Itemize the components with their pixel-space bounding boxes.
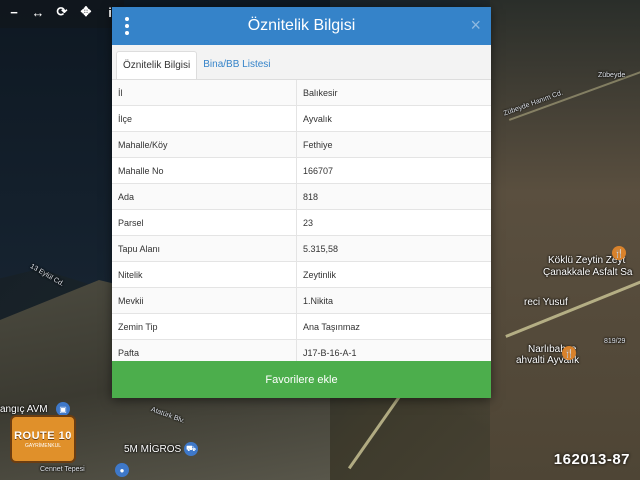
table-row: Mahalle/Köy Fethiye: [112, 131, 491, 158]
road-line: [347, 393, 403, 470]
minus-icon[interactable]: −: [4, 2, 24, 22]
attribute-key: İl: [112, 80, 297, 106]
table-row: İl Balıkesir: [112, 80, 491, 106]
table-row: Ada 818: [112, 183, 491, 210]
kebab-menu-icon[interactable]: [124, 17, 130, 35]
table-row: Tapu Alanı 5.315,58: [112, 235, 491, 262]
attribute-value: 23: [296, 209, 491, 236]
dialog-header: Öznitelik Bilgisi ×: [112, 7, 491, 45]
map-label-canakkale: Çanakkale Asfalt Sa: [543, 267, 633, 278]
table-row: Mevkii 1.Nikita: [112, 287, 491, 314]
attribute-value: Ayvalık: [296, 105, 491, 132]
attribute-value: 818: [296, 183, 491, 210]
attribute-value: Ana Taşınmaz: [296, 313, 491, 340]
attribute-key: Parsel: [112, 209, 297, 236]
attribute-value: Zeytinlik: [296, 261, 491, 288]
attribute-key: Mevkii: [112, 287, 297, 314]
dialog-title: Öznitelik Bilgisi: [247, 17, 356, 34]
crosshair-icon[interactable]: ✥: [76, 2, 96, 22]
attribute-key: Mahalle No: [112, 157, 297, 184]
map-toolbar: − ↔ ⟳ ✥ i: [0, 0, 124, 28]
table-row: Mahalle No 166707: [112, 157, 491, 184]
attribute-value: Fethiye: [296, 131, 491, 158]
attribute-key: İlçe: [112, 105, 297, 132]
shopping-pin-icon[interactable]: ▣: [56, 402, 70, 416]
place-pin-icon[interactable]: ●: [115, 463, 129, 477]
restaurant-pin-icon[interactable]: 🍴: [562, 346, 576, 360]
logo-subtext: GAYRİMENKUL: [24, 442, 62, 449]
table-row: İlçe Ayvalık: [112, 105, 491, 132]
map-label-migros: 5M MİGROS: [124, 444, 182, 455]
logo-text: ROUTE 10: [14, 429, 72, 442]
tab-building-list[interactable]: Bina/BB Listesi: [197, 51, 276, 79]
listing-id-watermark: 162013-87: [553, 451, 630, 468]
tab-attribute-info[interactable]: Öznitelik Bilgisi: [116, 51, 198, 79]
attribute-key: Nitelik: [112, 261, 297, 288]
shopping-cart-pin-icon[interactable]: ⛟: [184, 442, 198, 456]
attribute-key: Ada: [112, 183, 297, 210]
map-label-road-number: 819/29: [604, 338, 626, 345]
attribute-key: Tapu Alanı: [112, 235, 297, 262]
expand-icon[interactable]: ↔: [28, 2, 48, 22]
table-row: Parsel 23: [112, 209, 491, 236]
add-to-favorites-button[interactable]: Favorilere ekle: [112, 361, 491, 398]
attribute-key: Zemin Tip: [112, 313, 297, 340]
table-row: Zemin Tip Ana Taşınmaz: [112, 313, 491, 340]
close-icon[interactable]: ×: [470, 16, 481, 34]
table-row: Nitelik Zeytinlik: [112, 261, 491, 288]
attribute-value: 166707: [296, 157, 491, 184]
map-label-zubeyde: Zübeyde: [598, 72, 626, 79]
map-label-cennet: Cennet Tepesi: [40, 466, 85, 473]
attribute-value: Balıkesir: [296, 80, 491, 106]
tab-bar: Öznitelik Bilgisi Bina/BB Listesi: [112, 45, 491, 80]
attribute-key: Mahalle/Köy: [112, 131, 297, 158]
map-label-avm: angıç AVM: [0, 404, 48, 415]
attribute-value: 1.Nikita: [296, 287, 491, 314]
attribute-table: İl Balıkesir İlçe Ayvalık Mahalle/Köy Fethiye…: [112, 80, 491, 366]
map-label-reci-yusuf: reci Yusuf: [524, 297, 568, 308]
refresh-icon[interactable]: ⟳: [52, 2, 72, 22]
attribute-value: 5.315,58: [296, 235, 491, 262]
route10-logo: ROUTE 10 GAYRİMENKUL: [10, 415, 76, 463]
attribute-dialog: Öznitelik Bilgisi × Öznitelik Bilgisi Bi…: [112, 7, 491, 398]
restaurant-pin-icon[interactable]: 🍴: [612, 246, 626, 260]
